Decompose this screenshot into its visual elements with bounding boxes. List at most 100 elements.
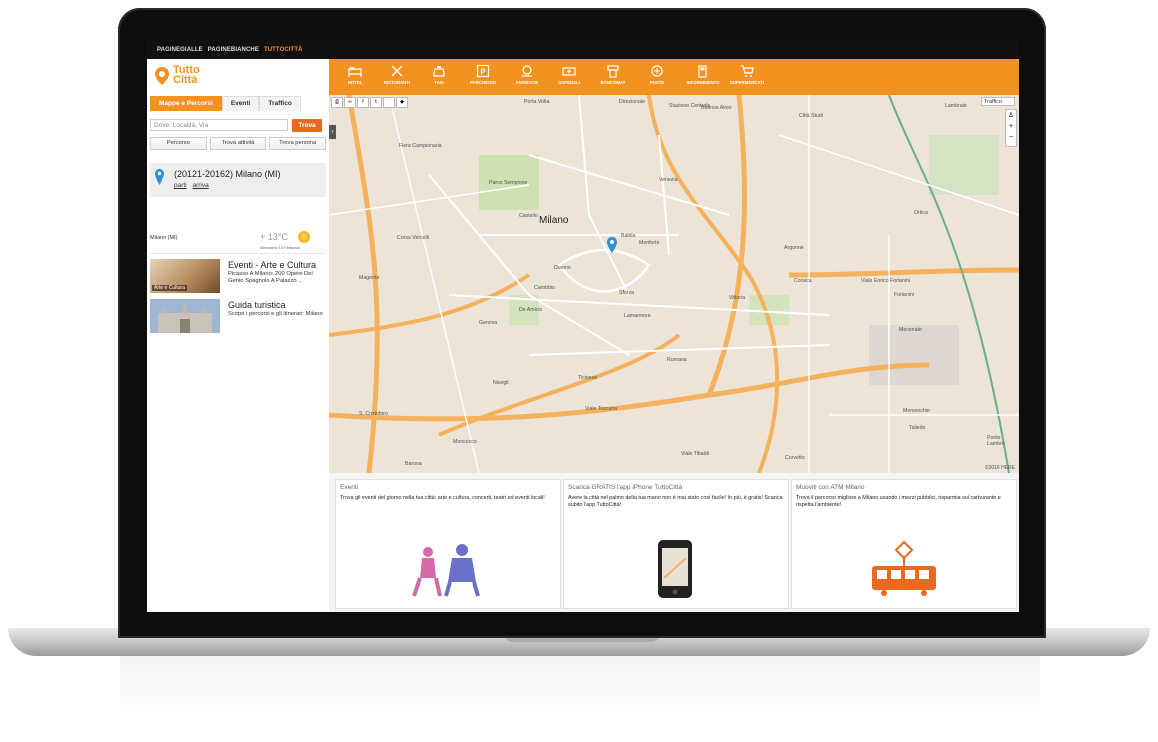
map-pin-icon	[155, 67, 169, 85]
location-links: parti arriva	[174, 182, 213, 189]
map-label: Taliedo	[909, 425, 926, 431]
map-label: Morsenchio	[903, 408, 930, 414]
promo-title: Guida turistica	[228, 300, 286, 310]
map-label: Magenta	[359, 275, 380, 281]
map-label: Parco Sempione	[489, 180, 528, 186]
map-label: Fiera Campionaria	[399, 143, 442, 149]
map-label: Castello	[519, 213, 538, 219]
atm-icon	[607, 65, 619, 78]
find-business-button[interactable]: Trova attività	[209, 137, 267, 150]
card-text: Trova il percorso migliore a Milano usan…	[796, 495, 1001, 508]
search-button[interactable]: Trova	[292, 119, 322, 132]
search-row: Dove: Località, Via Trova	[150, 119, 326, 133]
menu-item-parcheggi[interactable]: P PARCHEGGI	[459, 62, 507, 94]
map-streets	[329, 95, 1019, 473]
top-link-paginebianche[interactable]: PAGINEBIANCHE	[208, 47, 259, 53]
map-label: Buenos Aires	[701, 105, 732, 111]
menu-item-ristoranti[interactable]: RISTORANTI	[373, 62, 421, 94]
taxi-icon	[433, 66, 445, 77]
logo[interactable]: Tutto Città	[155, 65, 215, 93]
search-input[interactable]: Dove: Località, Via	[150, 119, 288, 131]
cart-icon	[741, 65, 754, 77]
map-label: Viale Enrico Forlanini	[861, 278, 910, 284]
link-arriva[interactable]: arriva	[192, 182, 208, 189]
map-label: Sforza	[619, 290, 634, 296]
menu-item-supermercati[interactable]: SUPERMERCATI	[723, 62, 771, 94]
menu-item-hotel[interactable]: HOTEL	[331, 62, 379, 94]
menu-label: FARMACIE	[515, 80, 539, 85]
apple-icon[interactable]	[383, 97, 395, 108]
mode-row: Percorso Trova attività Trova persona	[150, 137, 327, 150]
card-eventi[interactable]: Eventi Trova gli eventi del giorno nella…	[335, 479, 561, 609]
top-link-paginegialle[interactable]: PAGINEGIALLE	[157, 47, 203, 53]
feature-cards: Eventi Trova gli eventi del giorno nella…	[329, 473, 1019, 612]
promo-eventi[interactable]: Arte e Cultura Eventi - Arte e Cultura P…	[150, 259, 326, 293]
weather-city: Milano (MI)	[150, 235, 178, 241]
traffic-toggle[interactable]: Traffico	[981, 97, 1015, 106]
map-label: Forlanini	[894, 292, 914, 298]
concert-illustration	[412, 544, 480, 597]
menu-item-ospedali[interactable]: OSPEDALI	[545, 62, 593, 94]
weather-widget: Milano (MI) + 13°C Mercoledì 13 Febbraio	[150, 229, 326, 254]
pharmacy-icon	[522, 65, 532, 77]
menu-item-rifornimento[interactable]: RIFORNIMENTO	[679, 62, 727, 94]
laptop-screen: PAGINEGIALLE PAGINEBIANCHE TUTTOCITTÀ Tu…	[147, 40, 1019, 612]
thumb-label: Arte e Cultura	[152, 285, 187, 291]
map-label: Città Studi	[799, 113, 823, 119]
sidebar-tabs: Mappe e Percorsi Eventi Traffico	[150, 96, 326, 111]
print-icon[interactable]: ⎙	[331, 97, 343, 108]
menu-label: PARCHEGGI	[470, 80, 496, 85]
map-label: De Amicis	[519, 307, 543, 313]
facebook-icon[interactable]: f	[357, 97, 369, 108]
logo-line-2: Città	[173, 74, 198, 86]
map-label: Babila	[621, 233, 636, 239]
menu-label: SUPERMERCATI	[729, 80, 765, 85]
map-label: Porta Volta	[524, 99, 550, 105]
zoom-in-icon[interactable]: +	[1006, 121, 1016, 132]
tab-mappe-percorsi[interactable]: Mappe e Percorsi	[150, 96, 222, 111]
card-atm[interactable]: Muoviti con ATM Milano Trova il percorso…	[791, 479, 1017, 609]
weather-temp: + 13°C	[260, 232, 288, 242]
location-marker-icon[interactable]	[607, 237, 617, 253]
map-canvas[interactable]: ⎙ ∞ f t ◆ Traffico ♙ + − ‹ Milano Porta …	[329, 95, 1019, 473]
card-title: Muoviti con ATM Milano	[796, 484, 865, 491]
card-text: Trova gli eventi del giorno nella tua ci…	[340, 495, 545, 501]
menu-item-taxi[interactable]: TAXI	[415, 62, 463, 94]
menu-label: OSPEDALI	[558, 80, 580, 85]
tab-eventi[interactable]: Eventi	[221, 96, 260, 111]
top-link-tuttocitta[interactable]: TUTTOCITTÀ	[264, 47, 303, 53]
promo-description: Picasso A Milano: 200 Opere Del Genio Sp…	[228, 271, 313, 284]
twitter-icon[interactable]: t	[370, 97, 382, 108]
link-icon[interactable]: ∞	[344, 97, 356, 108]
map-label: Ponte Lambro	[987, 435, 1005, 447]
person-icon[interactable]: ♙	[1006, 110, 1016, 121]
menu-label: HOTEL	[347, 80, 363, 85]
promo-description: Scopri i percorsi e gli itinerari: Milan…	[228, 311, 323, 317]
link-parti[interactable]: parti	[174, 182, 187, 189]
map-label: Vittoria	[729, 295, 746, 301]
map-label: Venezia	[659, 177, 678, 183]
ambulance-icon	[562, 67, 576, 76]
collapse-sidebar-icon[interactable]: ‹	[329, 125, 336, 139]
menu-item-farmacie[interactable]: FARMACIE	[503, 62, 551, 94]
map-label: Navigli	[493, 380, 509, 386]
zoom-out-icon[interactable]: −	[1006, 132, 1016, 143]
card-title: Eventi	[340, 484, 359, 491]
laptop-shadow	[120, 656, 1040, 716]
menu-item-poste[interactable]: POSTE	[633, 62, 681, 94]
phone-illustration	[658, 540, 692, 598]
tab-traffico[interactable]: Traffico	[259, 96, 301, 111]
map-label: Lambrate	[945, 103, 967, 109]
route-button[interactable]: Percorso	[150, 137, 207, 150]
parking-icon: P	[476, 64, 490, 78]
menu-item-bancomat[interactable]: BANCOMAT	[589, 62, 637, 94]
find-person-button[interactable]: Trova persona	[269, 137, 327, 150]
category-menubar: HOTEL RISTORANTI TAXI P PARCHEGGI FARMAC…	[329, 59, 1019, 95]
map-label: Ortica	[914, 210, 928, 216]
card-app[interactable]: Scarica GRATIS l'app iPhone TuttoCittà A…	[563, 479, 789, 609]
tram-illustration	[872, 540, 936, 596]
map-label: Direzionale	[619, 99, 645, 105]
zoom-control[interactable]: ♙ + −	[1005, 109, 1017, 147]
android-icon[interactable]: ◆	[396, 97, 408, 108]
promo-guida[interactable]: Guida turistica Scopri i percorsi e gli …	[150, 299, 326, 333]
